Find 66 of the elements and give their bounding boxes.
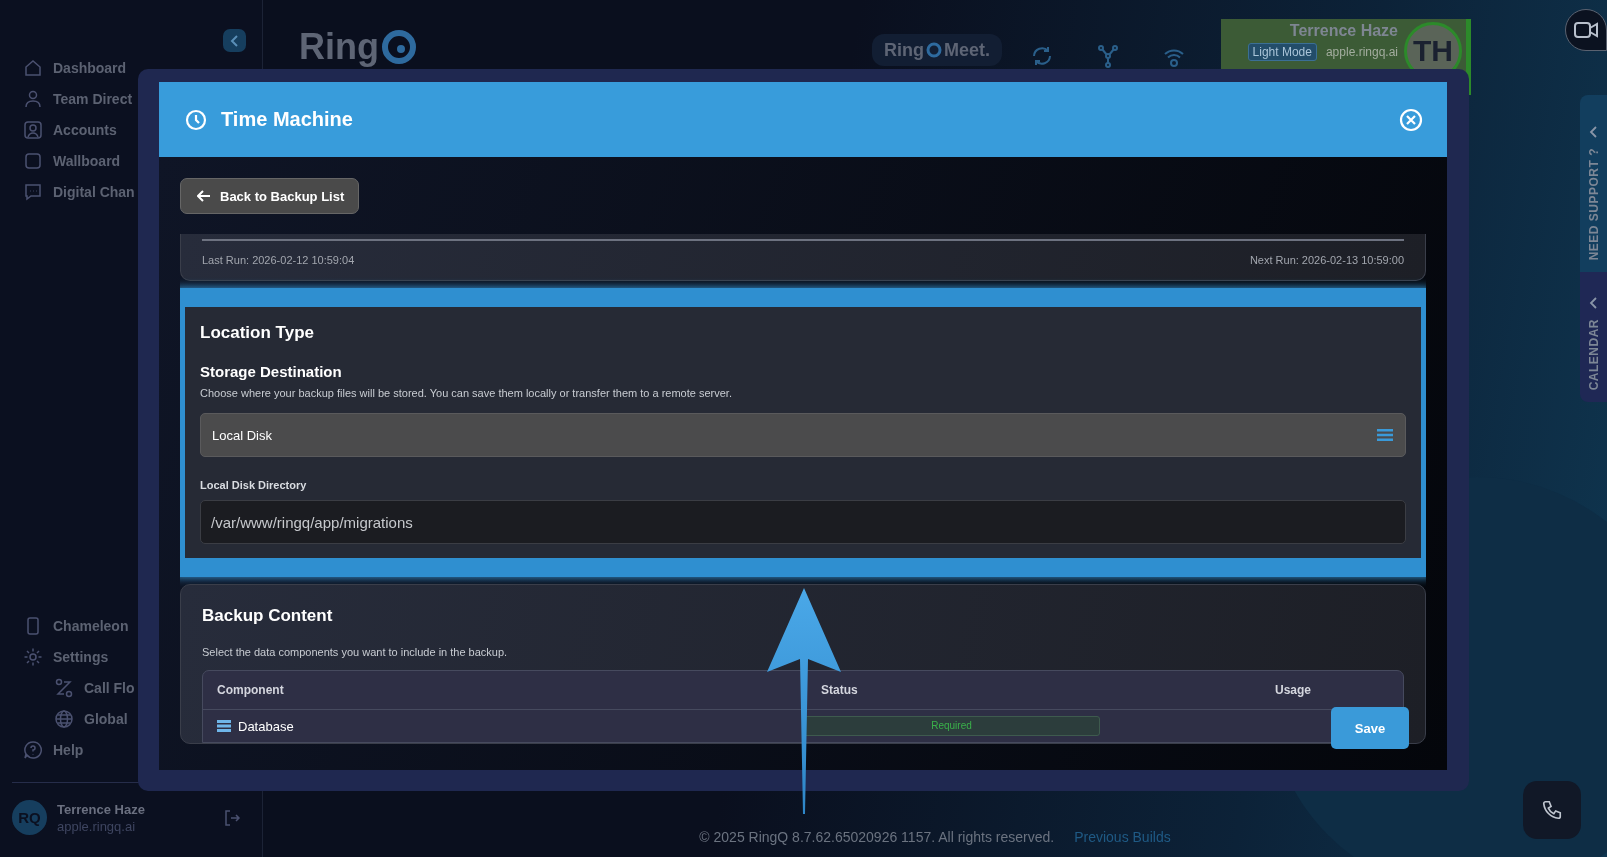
section-title: Location Type [200,323,315,343]
column-header: Component [216,683,285,697]
light-mode-button[interactable]: Light Mode [1247,43,1317,61]
sidebar-item[interactable]: Accounts [53,122,117,138]
contact-card-icon [23,120,43,140]
video-camera-icon [1573,20,1599,40]
flow-icon [54,678,74,698]
field-label: Local Disk Directory [200,479,308,491]
ring-icon [926,42,942,58]
sidebar-item[interactable]: Dashboard [53,60,127,76]
phone-button[interactable] [1523,781,1581,839]
collapse-sidebar-button[interactable] [223,29,246,52]
video-call-button[interactable] [1565,9,1607,51]
user-name: Terrence Haze [57,801,146,817]
sidebar-item[interactable]: Call Flo [84,680,135,696]
person-icon [23,89,43,109]
last-run-text: Last Run: 2026-02-12 10:59:04 [202,254,355,266]
logo-text: Ring [299,28,379,66]
column-header: Status [820,683,859,697]
database-icon [217,720,231,732]
sidebar-item[interactable]: Help [53,742,84,758]
chat-bubble-icon [23,182,43,202]
sidebar-item[interactable]: Wallboard [53,153,121,169]
help-icon [23,740,43,760]
section-subtitle: Storage Destination [200,363,343,380]
square-icon [23,151,43,171]
list-icon [1377,429,1393,441]
copyright-text: © 2025 RingQ 8.7.62.65020926 1157. All rights reserved. [699,829,1055,845]
user-domain: apple.ringq.ai [57,818,137,834]
chevron-left-icon [1588,125,1599,138]
globe-icon [54,709,74,729]
clock-icon [185,108,207,131]
network-nodes-icon[interactable] [1096,44,1120,68]
phone-icon [1541,799,1563,821]
section-description: Choose where your backup files will be stored. You can save them locally or transfer them to a remote server. [200,387,733,399]
left-arrow-icon [197,190,211,202]
column-header: Usage [1273,683,1312,697]
directory-input[interactable]: /var/www/ringq/app/migrations [200,500,1406,544]
side-tab[interactable]: NEED SUPPORT ? [1580,95,1607,272]
sidebar-item[interactable]: Chameleon [53,618,129,634]
house-icon [23,58,43,78]
q-ring-icon [381,29,417,65]
section-title: Backup Content [202,606,334,626]
sidebar-item[interactable]: Settings [53,649,109,665]
profile-name: Terrence Haze [1289,22,1398,40]
logout-icon[interactable] [223,808,241,827]
table-cell: Database [238,718,294,734]
side-tab[interactable]: CALENDAR [1580,272,1607,402]
sidebar-item[interactable]: Global [84,711,128,727]
section-description: Select the data components you want to include in the backup. [202,646,509,658]
previous-builds-link[interactable]: Previous Builds [1074,829,1171,845]
next-run-text: Next Run: 2026-02-13 10:59:00 [1249,254,1404,266]
refresh-icon[interactable] [1030,44,1054,68]
chevron-left-icon [1588,296,1599,309]
user-avatar: RQ [12,800,47,835]
back-button[interactable]: Back to Backup List [180,178,360,214]
settings-icon [23,647,43,667]
close-icon[interactable] [1399,107,1423,132]
sidebar-item[interactable]: Digital Chan [53,184,135,200]
save-button[interactable]: Save [1331,707,1409,749]
modal-title: Time Machine [221,108,354,131]
profile-domain: apple.ringq.ai [1325,45,1398,59]
storage-select[interactable]: Local Disk [200,413,1406,457]
sidebar-item[interactable]: Team Direct [53,91,133,107]
chevron-left-icon [229,34,240,47]
meet-logo-button[interactable]: Ring Meet. [872,34,1002,66]
